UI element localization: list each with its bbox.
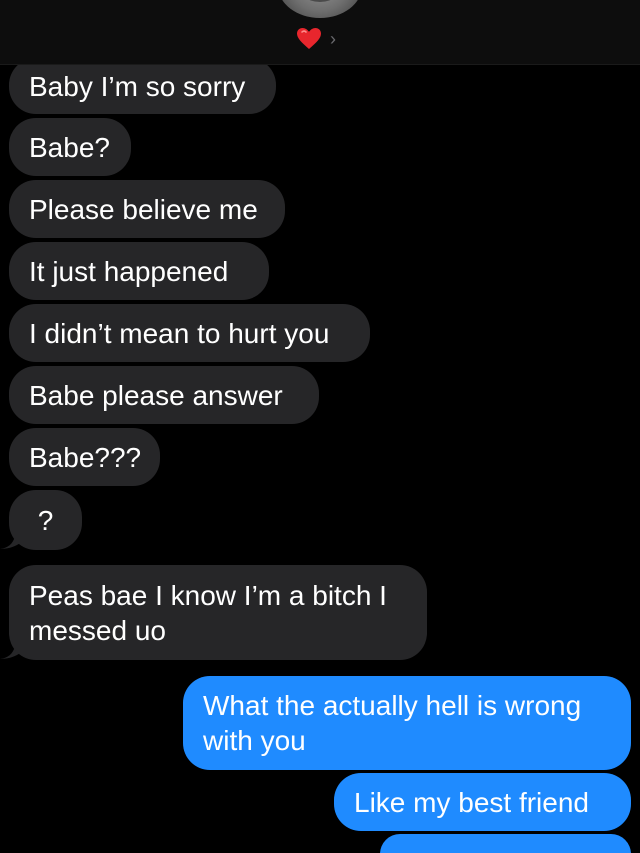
message-bubble-incoming[interactable]: It just happened — [9, 242, 269, 300]
conversation-screen: › Baby I’m so sorry Babe? Please believe… — [0, 0, 640, 853]
message-text: Please believe me — [29, 193, 258, 225]
message-bubble-outgoing[interactable]: Like my best friend — [334, 773, 631, 831]
message-bubble-incoming[interactable]: Babe??? — [9, 428, 160, 486]
contact-name-button[interactable]: › — [296, 25, 336, 53]
message-bubble-outgoing[interactable] — [380, 834, 631, 853]
message-text: What the actually hell is wrong with you — [203, 690, 582, 756]
message-text: Peas bae I know I’m a bitch I messed uo — [29, 579, 387, 646]
message-text: Babe please answer — [29, 379, 283, 411]
message-text: Babe? — [29, 131, 110, 163]
message-text: ? — [37, 504, 54, 536]
message-bubble-incoming[interactable]: Please believe me — [9, 180, 285, 238]
message-text: Babe??? — [29, 441, 142, 473]
message-text: It just happened — [29, 255, 229, 287]
contact-avatar[interactable] — [278, 0, 362, 18]
message-text: Baby I’m so sorry — [29, 70, 246, 102]
message-text: I didn’t mean to hurt you — [29, 317, 330, 349]
message-bubble-incoming[interactable]: Baby I’m so sorry — [9, 58, 276, 114]
message-bubble-incoming[interactable]: ? — [9, 490, 82, 550]
message-bubble-incoming[interactable]: Babe? — [9, 118, 131, 176]
conversation-header: › — [0, 0, 640, 65]
message-bubble-incoming[interactable]: Babe please answer — [9, 366, 319, 424]
message-bubble-incoming[interactable]: I didn’t mean to hurt you — [9, 304, 370, 362]
message-bubble-outgoing[interactable]: What the actually hell is wrong with you — [183, 676, 631, 770]
chevron-right-icon: › — [330, 29, 336, 49]
heart-icon — [297, 28, 321, 49]
message-text: Like my best friend — [354, 786, 589, 818]
message-bubble-incoming[interactable]: Peas bae I know I’m a bitch I messed uo — [9, 565, 427, 660]
